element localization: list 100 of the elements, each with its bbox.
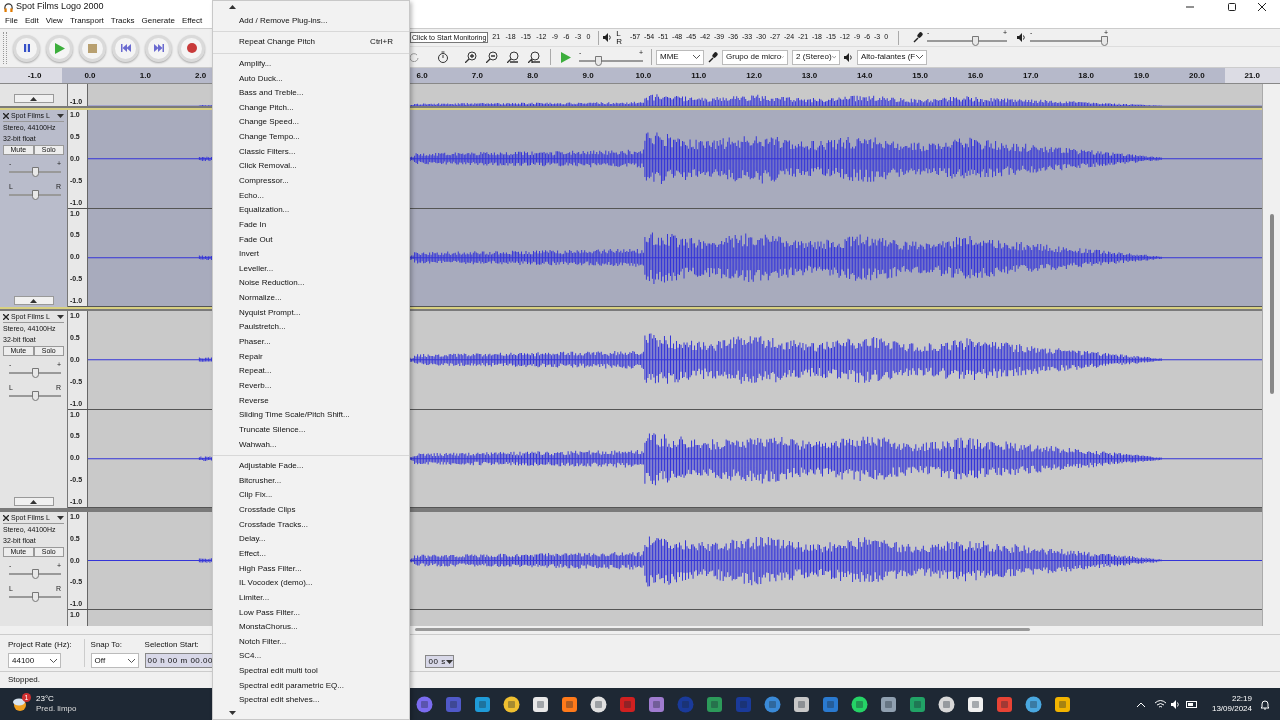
close-icon[interactable]	[1258, 3, 1266, 11]
slider[interactable]	[9, 368, 61, 378]
app-icon[interactable]	[532, 695, 550, 713]
record-button[interactable]	[178, 34, 205, 62]
menu-item[interactable]: Bitcrusher...	[213, 473, 409, 489]
app-icon[interactable]	[880, 695, 898, 713]
collapse-button[interactable]	[13, 94, 54, 103]
menu-item[interactable]: Tracks	[110, 15, 135, 27]
snap-to-dropdown[interactable]: Off	[90, 653, 139, 668]
host-dropdown[interactable]: MME	[656, 49, 704, 65]
close-icon[interactable]	[3, 515, 9, 521]
app-icon[interactable]	[503, 695, 521, 713]
app-icon[interactable]	[967, 695, 985, 713]
toolbar-grip[interactable]	[3, 32, 7, 64]
menu-item[interactable]: Edit	[24, 15, 39, 27]
menu-item[interactable]: Fade Out	[213, 232, 409, 247]
menu-item[interactable]: Reverse	[213, 393, 409, 408]
menu-item[interactable]: Paulstretch...	[213, 320, 409, 335]
menu-item[interactable]: View	[45, 15, 63, 27]
app-icon[interactable]	[561, 695, 579, 713]
zoom-in-icon[interactable]	[465, 51, 477, 63]
slider[interactable]	[9, 167, 61, 177]
app-icon[interactable]	[1025, 695, 1043, 713]
zoom-fit-icon[interactable]	[507, 51, 519, 63]
app-icon[interactable]	[590, 695, 608, 713]
menu-item[interactable]: Effect	[181, 15, 203, 27]
slider[interactable]	[1030, 36, 1109, 46]
menu-item[interactable]: Normalize...	[213, 290, 409, 306]
menu-item[interactable]: Repair	[213, 349, 409, 364]
slider[interactable]	[9, 592, 61, 602]
menu-item[interactable]: Equalization...	[213, 202, 409, 218]
menu-item[interactable]: Limiter...	[213, 590, 409, 606]
menu-item[interactable]: Reverb...	[213, 378, 409, 394]
menu-item[interactable]: Auto Duck...	[213, 71, 409, 86]
menu-item[interactable]: Echo...	[213, 188, 409, 203]
menu-item[interactable]: Spectral edit shelves...	[213, 693, 409, 708]
channels-dropdown[interactable]: 2 (Stereo)	[792, 49, 840, 65]
menu-item[interactable]: IL Vocodex (demo)...	[213, 575, 409, 591]
menu-item[interactable]: File	[5, 15, 18, 27]
menu-item[interactable]: Add / Remove Plug-ins...	[213, 13, 409, 28]
menu-item[interactable]: Amplify...	[213, 56, 409, 72]
skip-to-start-button[interactable]	[112, 34, 139, 62]
menu-item[interactable]: Low Pass Filter...	[213, 605, 409, 620]
menu-item[interactable]: Wahwah...	[213, 437, 409, 452]
menu-item[interactable]: Adjustable Fade...	[213, 458, 409, 474]
app-icon[interactable]	[1054, 695, 1072, 713]
menu-item[interactable]: Change Speed...	[213, 115, 409, 130]
collapse-button[interactable]	[13, 497, 54, 506]
project-rate-dropdown[interactable]: 44100	[8, 653, 61, 668]
menu-item[interactable]: Crossfade Tracks...	[213, 517, 409, 533]
menu-item[interactable]: Noise Reduction...	[213, 276, 409, 291]
slider[interactable]	[9, 569, 61, 579]
menu-item[interactable]: Generate	[141, 15, 175, 27]
maximize-icon[interactable]	[1228, 3, 1236, 11]
slider[interactable]	[579, 55, 643, 66]
menu-item[interactable]: High Pass Filter...	[213, 561, 409, 576]
menu-item[interactable]: Leveller...	[213, 261, 409, 277]
menu-item[interactable]: Bass and Treble...	[213, 85, 409, 101]
menu-item[interactable]: Spectral edit parametric EQ...	[213, 678, 409, 694]
speaker-icon[interactable]	[1170, 699, 1181, 709]
close-icon[interactable]	[3, 113, 9, 119]
chevron-up-icon[interactable]	[1136, 701, 1145, 707]
menu-item[interactable]: Repeat Change Pitch Ctrl+R	[213, 34, 409, 50]
menu-item[interactable]: Delay...	[213, 532, 409, 547]
play-button[interactable]	[46, 34, 73, 62]
skip-to-end-button[interactable]	[145, 34, 172, 62]
menu-item[interactable]: Effect...	[213, 546, 409, 562]
minimize-icon[interactable]	[1186, 3, 1194, 11]
horizontal-scrollbar[interactable]	[415, 628, 1030, 631]
playback-device-dropdown[interactable]: Alto-falantes (F	[857, 49, 927, 65]
bell-icon[interactable]	[1260, 698, 1270, 710]
menu-item[interactable]: Phaser...	[213, 334, 409, 350]
slider[interactable]	[927, 36, 1008, 46]
menu-item[interactable]: Clip Fix...	[213, 488, 409, 503]
menu-item[interactable]: Sliding Time Scale/Pitch Shift...	[213, 407, 409, 423]
menu-item[interactable]: Notch Filter...	[213, 634, 409, 650]
menu-item[interactable]: Transport	[69, 15, 104, 27]
menu-item[interactable]: Fade In	[213, 217, 409, 233]
app-icon[interactable]	[851, 695, 869, 713]
redo-icon[interactable]	[410, 52, 419, 62]
menu-item[interactable]: Truncate Silence...	[213, 422, 409, 438]
recording-device-dropdown[interactable]: Grupo de micro	[722, 49, 788, 65]
battery-icon[interactable]	[1185, 700, 1198, 708]
menu-item[interactable]: Change Tempo...	[213, 129, 409, 145]
app-icon[interactable]	[938, 695, 956, 713]
vertical-scrollbar[interactable]	[1262, 84, 1280, 626]
pause-button[interactable]	[13, 34, 40, 62]
menu-item[interactable]: Compressor...	[213, 173, 409, 189]
zoom-toggle-icon[interactable]	[528, 51, 540, 63]
app-icon[interactable]	[793, 695, 811, 713]
zoom-out-icon[interactable]	[486, 51, 498, 63]
wifi-icon[interactable]	[1154, 699, 1166, 709]
collapse-button[interactable]	[13, 296, 54, 305]
timer-icon[interactable]	[437, 51, 449, 63]
close-icon[interactable]	[3, 314, 9, 320]
menu-item[interactable]: Repeat...	[213, 364, 409, 379]
menu-item[interactable]: Click Removal...	[213, 159, 409, 174]
slider[interactable]	[9, 190, 61, 200]
menu-item[interactable]: Classic Filters...	[213, 144, 409, 160]
slider[interactable]	[9, 391, 61, 401]
